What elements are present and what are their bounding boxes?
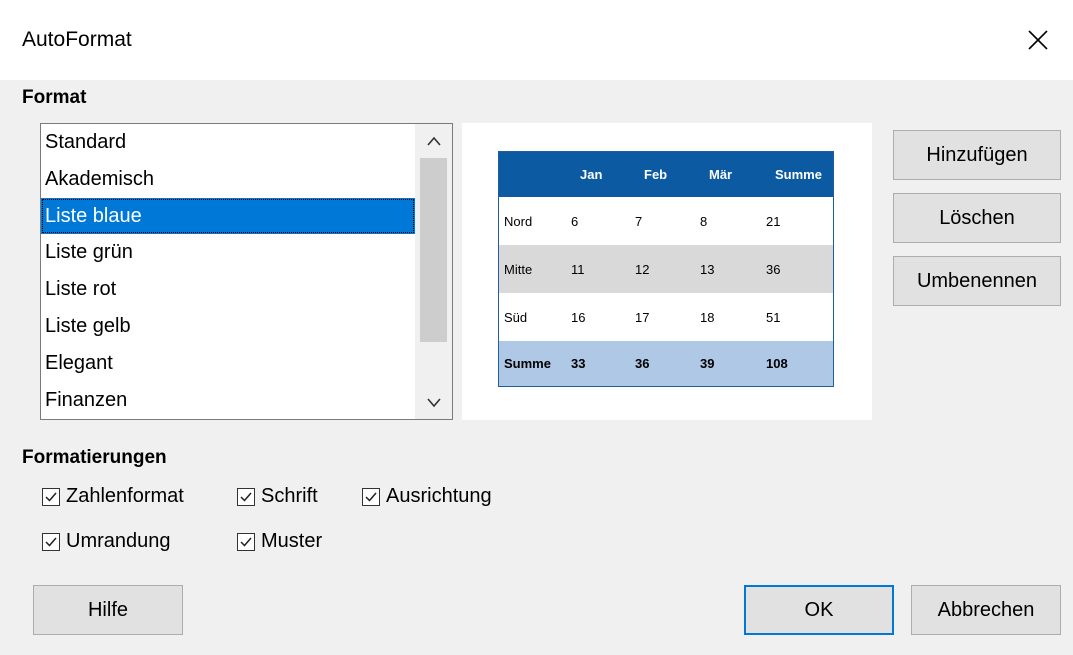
format-listbox[interactable]: Standard Akademisch Liste blaue Liste gr… xyxy=(40,123,453,420)
number-format-checkbox[interactable]: Zahlenformat xyxy=(42,485,184,508)
checkbox-box xyxy=(237,532,255,551)
checkbox-box xyxy=(237,487,255,506)
preview-cell: 36 xyxy=(761,245,834,293)
border-label: Umrandung xyxy=(66,530,171,552)
list-item-elegant[interactable]: Elegant xyxy=(41,345,415,382)
format-preview: Jan Feb Mär Summe Nord 6 7 8 21 Mitte 11… xyxy=(462,123,872,420)
preview-cell: 16 xyxy=(566,293,630,341)
list-item-standard[interactable]: Standard xyxy=(41,124,415,161)
alignment-checkbox[interactable]: Ausrichtung xyxy=(362,485,492,508)
scroll-down-button[interactable] xyxy=(415,385,452,419)
alignment-label: Ausrichtung xyxy=(386,485,492,507)
list-item-liste-rot[interactable]: Liste rot xyxy=(41,271,415,308)
checkmark-icon xyxy=(240,537,252,547)
list-item-liste-gruen[interactable]: Liste grün xyxy=(41,234,415,271)
preview-total-cell: 39 xyxy=(695,341,761,387)
checkmark-icon xyxy=(365,492,377,502)
chevron-up-icon xyxy=(426,136,441,146)
preview-cell: 51 xyxy=(761,293,834,341)
help-button[interactable]: Hilfe xyxy=(33,585,183,635)
preview-cell: 21 xyxy=(761,197,834,245)
preview-cell: Süd xyxy=(498,293,566,341)
preview-header-cell: Mär xyxy=(695,151,761,197)
preview-cell: Mitte xyxy=(498,245,566,293)
chevron-down-icon xyxy=(426,398,441,408)
preview-header-cell xyxy=(498,151,566,197)
preview-cell: 11 xyxy=(566,245,630,293)
checkmark-icon xyxy=(45,492,57,502)
pattern-label: Muster xyxy=(261,530,323,552)
preview-cell: 17 xyxy=(630,293,695,341)
delete-button-label: Löschen xyxy=(939,206,1015,229)
checkbox-box xyxy=(42,532,60,551)
preview-cell: Nord xyxy=(498,197,566,245)
close-button[interactable] xyxy=(1003,0,1073,80)
preview-cell: 13 xyxy=(695,245,761,293)
border-checkbox[interactable]: Umrandung xyxy=(42,530,171,553)
formatting-section-label: Formatierungen xyxy=(22,447,167,468)
list-item-finanzen[interactable]: Finanzen xyxy=(41,382,415,419)
scroll-up-button[interactable] xyxy=(415,124,452,158)
window-title: AutoFormat xyxy=(22,28,132,51)
preview-cell: 6 xyxy=(566,197,630,245)
preview-cell: 8 xyxy=(695,197,761,245)
font-checkbox[interactable]: Schrift xyxy=(237,485,318,508)
pattern-checkbox[interactable]: Muster xyxy=(237,530,322,553)
number-format-label: Zahlenformat xyxy=(66,485,184,507)
ok-button-label: OK xyxy=(804,598,834,621)
autoformat-dialog: AutoFormat Format Standard Akademisch Li… xyxy=(0,0,1073,655)
cancel-button-label: Abbrechen xyxy=(937,598,1035,621)
preview-cell: 12 xyxy=(630,245,695,293)
preview-header-row: Jan Feb Mär Summe xyxy=(498,151,834,197)
cancel-button[interactable]: Abbrechen xyxy=(911,585,1061,635)
preview-cell: 18 xyxy=(695,293,761,341)
add-button[interactable]: Hinzufügen xyxy=(893,130,1061,180)
delete-button[interactable]: Löschen xyxy=(893,193,1061,243)
rename-button[interactable]: Umbenennen xyxy=(893,256,1061,306)
preview-header-cell: Summe xyxy=(761,151,834,197)
ok-button[interactable]: OK xyxy=(744,585,894,635)
font-label: Schrift xyxy=(261,485,318,507)
preview-row: Mitte 11 12 13 36 xyxy=(498,245,834,293)
preview-total-cell: 108 xyxy=(761,341,834,387)
list-scrollbar[interactable] xyxy=(415,124,452,419)
preview-total-row: Summe 33 36 39 108 xyxy=(498,341,834,387)
list-item-liste-gelb[interactable]: Liste gelb xyxy=(41,308,415,345)
checkmark-icon xyxy=(240,492,252,502)
preview-table: Jan Feb Mär Summe Nord 6 7 8 21 Mitte 11… xyxy=(498,151,834,387)
preview-total-cell: 33 xyxy=(566,341,630,387)
close-icon xyxy=(1028,30,1048,50)
preview-header-cell: Jan xyxy=(566,151,630,197)
rename-button-label: Umbenennen xyxy=(916,269,1038,292)
preview-total-cell: Summe xyxy=(498,341,566,387)
preview-header-cell: Feb xyxy=(630,151,695,197)
format-list: Standard Akademisch Liste blaue Liste gr… xyxy=(41,124,415,418)
preview-total-cell: 36 xyxy=(630,341,695,387)
title-bar: AutoFormat xyxy=(0,0,1073,80)
add-button-label: Hinzufügen xyxy=(926,143,1028,166)
preview-row: Süd 16 17 18 51 xyxy=(498,293,834,341)
scroll-thumb[interactable] xyxy=(420,158,447,342)
list-item-liste-blaue[interactable]: Liste blaue xyxy=(41,197,415,235)
checkbox-box xyxy=(42,487,60,506)
checkmark-icon xyxy=(45,537,57,547)
help-button-label: Hilfe xyxy=(87,598,128,621)
preview-cell: 7 xyxy=(630,197,695,245)
list-item-akademisch[interactable]: Akademisch xyxy=(41,161,415,198)
format-section-label: Format xyxy=(22,87,87,108)
preview-row: Nord 6 7 8 21 xyxy=(498,197,834,245)
checkbox-box xyxy=(362,487,380,506)
